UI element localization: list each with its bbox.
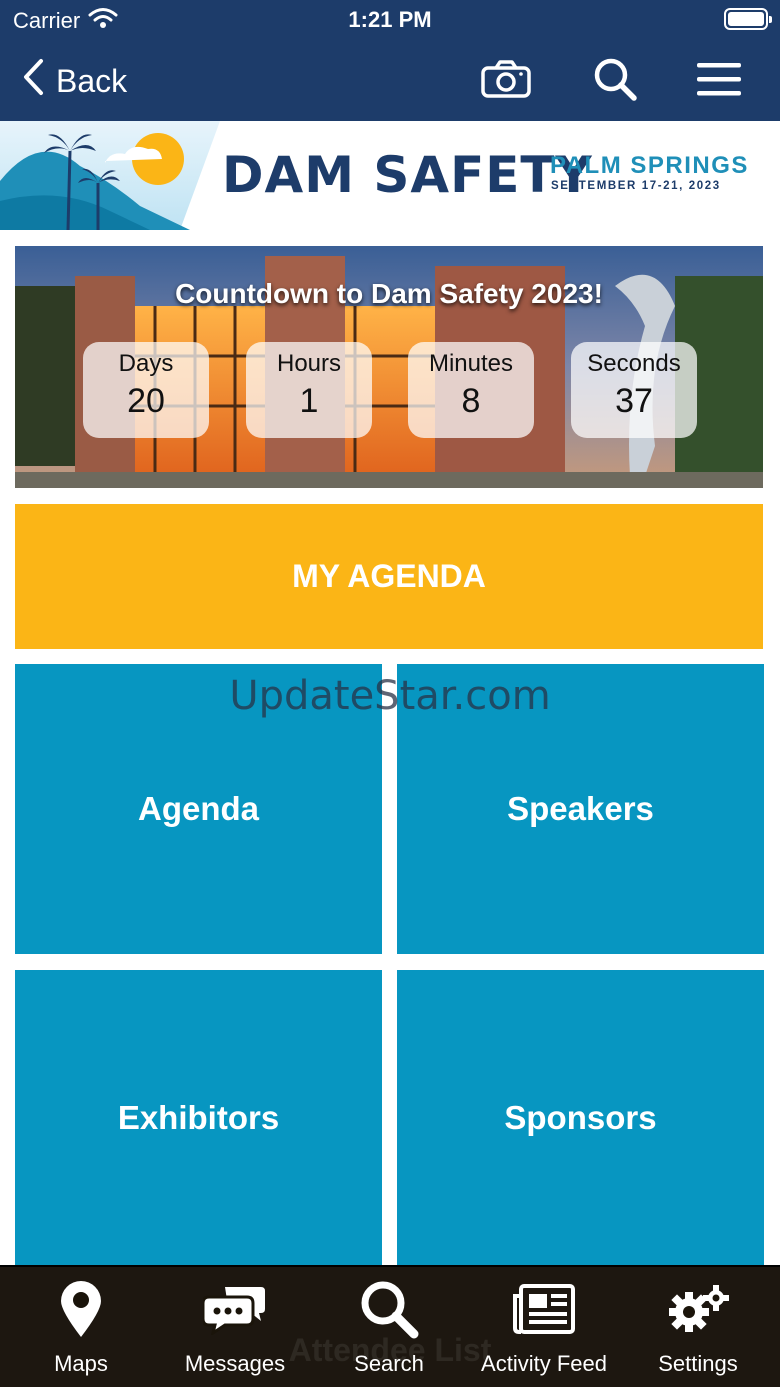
top-bar: Carrier 1:21 PM Back bbox=[0, 0, 780, 121]
agenda-tile[interactable]: Agenda bbox=[15, 664, 382, 954]
countdown-label: Hours bbox=[276, 350, 342, 377]
countdown-label: Minutes bbox=[428, 350, 514, 377]
countdown-days: Days 20 bbox=[83, 342, 209, 438]
speakers-tile[interactable]: Speakers bbox=[397, 664, 764, 954]
search-icon bbox=[358, 1279, 420, 1339]
back-label: Back bbox=[56, 62, 128, 99]
tab-label: Activity Feed bbox=[481, 1351, 607, 1376]
newspaper-icon bbox=[513, 1279, 575, 1339]
tab-search[interactable]: Search bbox=[334, 1267, 444, 1387]
status-time: 1:21 PM bbox=[348, 7, 432, 32]
palm-springs-logo-art bbox=[0, 121, 220, 230]
event-title: DAM SAFETY bbox=[222, 146, 593, 204]
countdown-value: 1 bbox=[299, 382, 319, 420]
tab-maps[interactable]: Maps bbox=[26, 1267, 136, 1387]
countdown-value: 8 bbox=[461, 382, 481, 420]
tab-messages[interactable]: Messages bbox=[170, 1267, 300, 1387]
countdown-label: Days bbox=[118, 350, 174, 377]
my-agenda-button[interactable]: MY AGENDA bbox=[15, 504, 763, 649]
countdown-value: 20 bbox=[127, 382, 165, 420]
back-button[interactable]: Back bbox=[22, 58, 127, 104]
event-dates: SEPTEMBER 17-21, 2023 bbox=[551, 180, 721, 192]
countdown-label: Seconds bbox=[587, 350, 681, 377]
tab-label: Messages bbox=[184, 1351, 286, 1376]
countdown-panel: Countdown to Dam Safety 2023! Days 20 Ho… bbox=[15, 246, 763, 488]
sponsors-tile[interactable]: Sponsors bbox=[397, 970, 764, 1265]
countdown-hours: Hours 1 bbox=[246, 342, 372, 438]
tab-label: Settings bbox=[658, 1351, 738, 1376]
countdown-value: 37 bbox=[615, 382, 653, 420]
tile-label: Speakers bbox=[507, 790, 654, 827]
tab-activity-feed[interactable]: Activity Feed bbox=[470, 1267, 618, 1387]
tile-label: Agenda bbox=[137, 790, 259, 827]
hamburger-menu-icon[interactable] bbox=[692, 56, 746, 102]
map-pin-icon bbox=[57, 1279, 105, 1339]
tile-label: Exhibitors bbox=[117, 1098, 280, 1136]
tab-label: Maps bbox=[54, 1351, 108, 1376]
tab-label: Search bbox=[354, 1351, 424, 1376]
search-icon[interactable] bbox=[588, 56, 642, 102]
event-location: PALM SPRINGS bbox=[550, 152, 749, 179]
tab-bar: Attendee List Maps Messages Search Activ… bbox=[0, 1265, 780, 1387]
camera-icon[interactable] bbox=[479, 56, 533, 102]
messages-icon bbox=[203, 1279, 267, 1339]
countdown-seconds: Seconds 37 bbox=[571, 342, 697, 438]
gears-icon bbox=[665, 1279, 731, 1339]
chevron-left-icon bbox=[22, 58, 44, 104]
tile-label: Sponsors bbox=[504, 1098, 657, 1136]
tab-settings[interactable]: Settings bbox=[644, 1267, 752, 1387]
battery-icon bbox=[724, 8, 772, 30]
my-agenda-label: MY AGENDA bbox=[292, 558, 486, 594]
exhibitors-tile[interactable]: Exhibitors bbox=[15, 970, 382, 1265]
countdown-title: Countdown to Dam Safety 2023! bbox=[175, 278, 603, 309]
countdown-minutes: Minutes 8 bbox=[408, 342, 534, 438]
